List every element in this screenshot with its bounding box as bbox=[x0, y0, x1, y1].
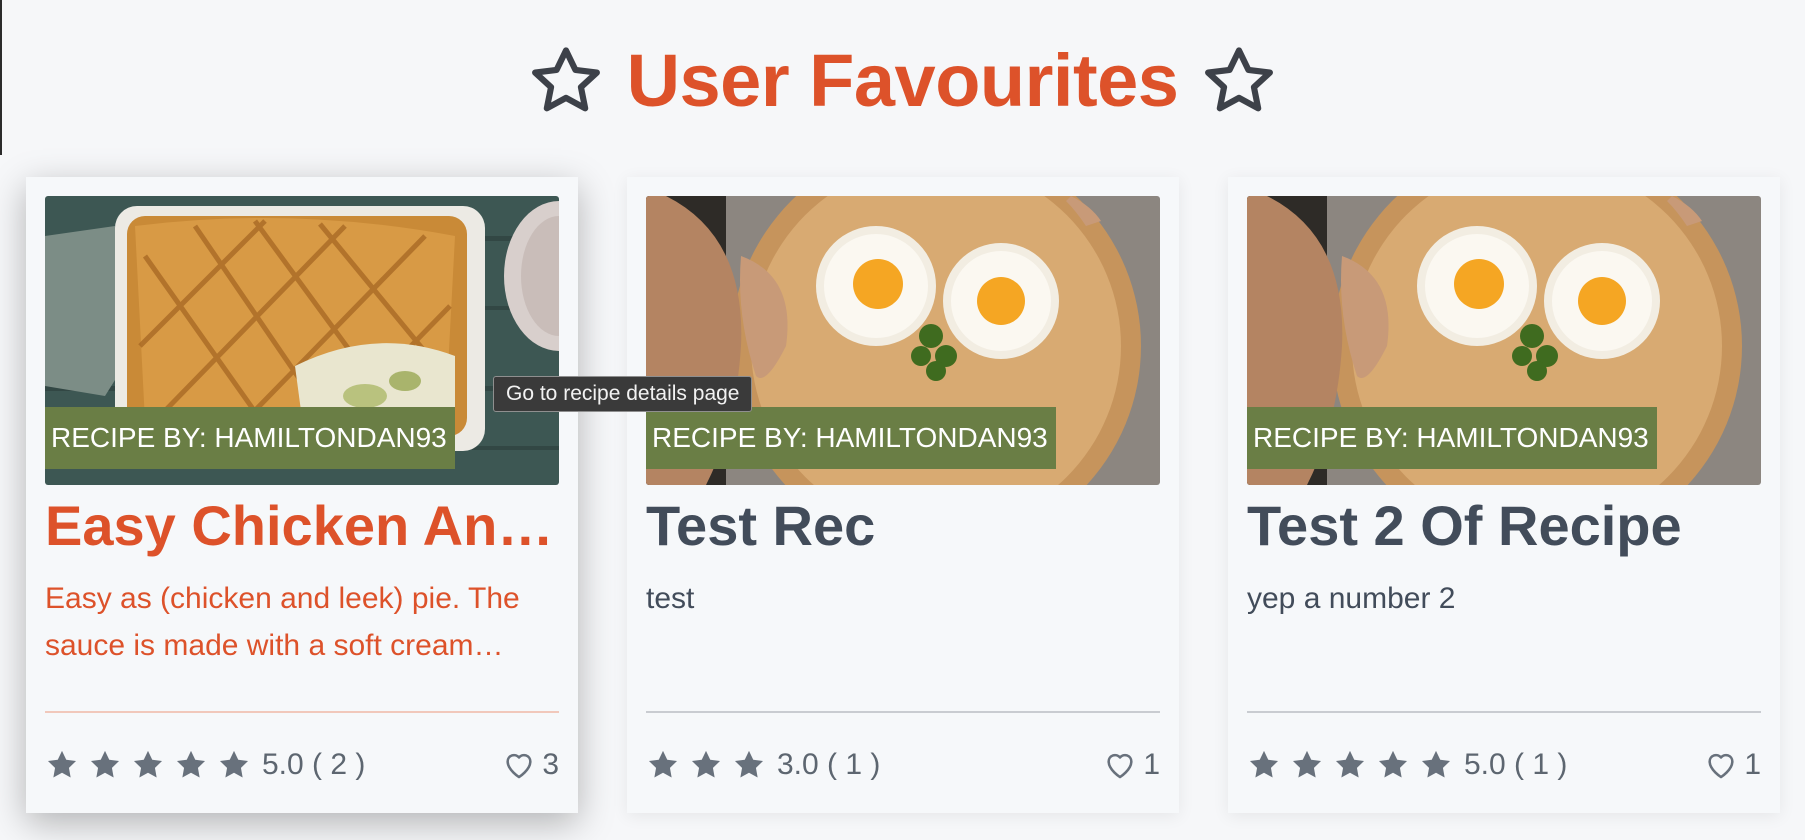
like-count: 3 bbox=[542, 748, 559, 781]
recipe-card[interactable]: RECIPE BY: HAMILTONDAN93 Test Rec test 3… bbox=[627, 177, 1179, 813]
heart-outline-icon bbox=[1107, 753, 1133, 779]
star-rating: 5.0 ( 1 ) bbox=[1247, 748, 1567, 782]
recipe-image[interactable]: RECIPE BY: HAMILTONDAN93 bbox=[646, 196, 1160, 485]
like-count: 1 bbox=[1744, 748, 1761, 781]
star-filled-icon bbox=[1290, 748, 1324, 782]
recipe-card-list: RECIPE BY: HAMILTONDAN93 Easy Chicken An… bbox=[26, 177, 1784, 813]
recipe-image[interactable]: RECIPE BY: HAMILTONDAN93 bbox=[1247, 196, 1761, 485]
star-rating: 3.0 ( 1 ) bbox=[646, 748, 880, 782]
recipe-title[interactable]: Test 2 Of Recipe bbox=[1247, 491, 1761, 561]
recipe-description: yep a number 2 bbox=[1247, 582, 1456, 615]
star-outline-icon bbox=[1200, 42, 1278, 120]
rating-text: 3.0 ( 1 ) bbox=[777, 748, 881, 781]
recipe-description: Easy as (chicken and leek) pie. The sauc… bbox=[45, 582, 520, 662]
divider bbox=[1247, 711, 1761, 713]
recipe-card[interactable]: RECIPE BY: HAMILTONDAN93 Test 2 Of Recip… bbox=[1228, 177, 1780, 813]
page-title: User Favourites bbox=[626, 39, 1179, 122]
heart-outline-icon bbox=[506, 753, 532, 779]
divider bbox=[45, 711, 559, 713]
star-filled-icon bbox=[1419, 748, 1453, 782]
heart-outline-icon bbox=[1708, 753, 1734, 779]
divider bbox=[646, 711, 1160, 713]
star-filled-icon bbox=[131, 748, 165, 782]
star-filled-icon bbox=[732, 748, 766, 782]
star-filled-icon bbox=[45, 748, 79, 782]
recipe-title[interactable]: Easy Chicken And… bbox=[45, 491, 559, 561]
recipe-title[interactable]: Test Rec bbox=[646, 491, 1160, 561]
like-button[interactable]: 1 bbox=[1103, 748, 1160, 782]
star-filled-icon bbox=[1376, 748, 1410, 782]
rating-text: 5.0 ( 1 ) bbox=[1464, 748, 1568, 781]
like-count: 1 bbox=[1143, 748, 1160, 781]
star-filled-icon bbox=[689, 748, 723, 782]
section-heading: User Favourites bbox=[0, 42, 1805, 120]
star-outline-icon bbox=[527, 42, 605, 120]
recipe-description: test bbox=[646, 582, 695, 615]
like-button[interactable]: 3 bbox=[502, 748, 559, 782]
star-rating: 5.0 ( 2 ) bbox=[45, 748, 365, 782]
rating-text: 5.0 ( 2 ) bbox=[262, 748, 366, 781]
star-filled-icon bbox=[646, 748, 680, 782]
author-tag: RECIPE BY: HAMILTONDAN93 bbox=[1247, 407, 1657, 469]
recipe-card[interactable]: RECIPE BY: HAMILTONDAN93 Easy Chicken An… bbox=[26, 177, 578, 813]
card-footer: 5.0 ( 2 ) 3 bbox=[45, 745, 559, 785]
star-filled-icon bbox=[1247, 748, 1281, 782]
recipe-link-tooltip: Go to recipe details page bbox=[493, 376, 753, 412]
author-tag: RECIPE BY: HAMILTONDAN93 bbox=[45, 407, 455, 469]
card-footer: 3.0 ( 1 ) 1 bbox=[646, 745, 1160, 785]
star-filled-icon bbox=[217, 748, 251, 782]
recipe-image[interactable]: RECIPE BY: HAMILTONDAN93 bbox=[45, 196, 559, 485]
star-filled-icon bbox=[174, 748, 208, 782]
star-filled-icon bbox=[1333, 748, 1367, 782]
card-footer: 5.0 ( 1 ) 1 bbox=[1247, 745, 1761, 785]
like-button[interactable]: 1 bbox=[1704, 748, 1761, 782]
star-filled-icon bbox=[88, 748, 122, 782]
author-tag: RECIPE BY: HAMILTONDAN93 bbox=[646, 407, 1056, 469]
